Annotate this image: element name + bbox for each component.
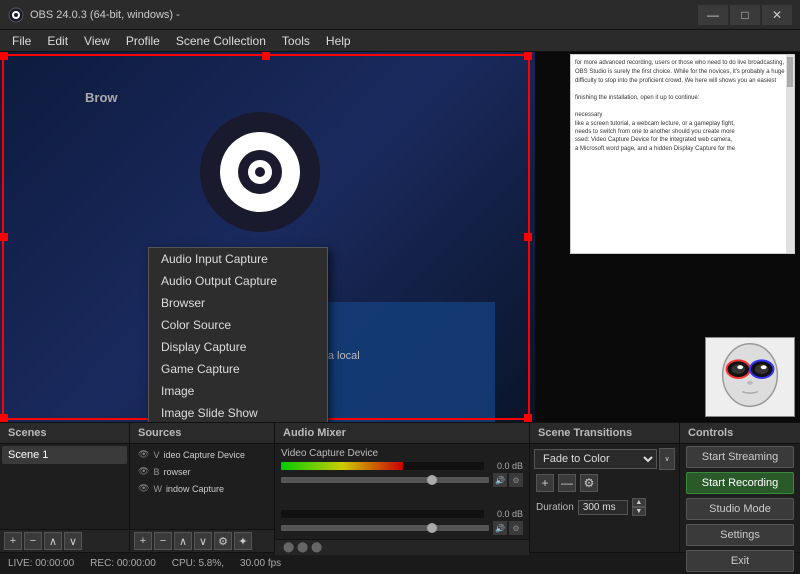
audio-level-bar-2 [281,510,484,518]
add-transition-button[interactable]: + [536,474,554,492]
audio-mute-btn-1[interactable]: 🔊 [493,473,507,487]
obs-logo [200,112,320,232]
duration-label: Duration [536,502,574,513]
move-scene-up-button[interactable]: ∧ [44,532,62,550]
ctx-image-slideshow[interactable]: Image Slide Show [149,402,327,422]
audio-channel-2: 0.0 dB 🔊 ⚙ [275,491,529,539]
start-streaming-button[interactable]: Start Streaming [686,446,794,468]
scenes-list: Scene 1 [0,444,129,529]
transition-gear-button[interactable]: ⚙ [580,474,598,492]
context-menu: Audio Input Capture Audio Output Capture… [148,247,328,422]
audio-channel-2-label [281,495,523,507]
scenes-toolbar: + − ∧ ∨ [0,529,129,552]
sources-toolbar: + − ∧ ∨ ⚙ ✦ [130,529,274,552]
menu-profile[interactable]: Profile [118,30,168,52]
minimize-button[interactable]: — [698,5,728,25]
audio-gear-btn-1[interactable]: ⚙ [509,473,523,487]
audio-slider-2[interactable] [281,525,489,531]
cpu-status: CPU: 5.8%, [172,558,224,569]
audio-level-fill-1 [281,462,403,470]
transition-select[interactable]: Fade to Color Cut Fade [534,449,657,469]
duration-increase-button[interactable]: ▲ [632,498,646,507]
audio-mixer-header: Audio Mixer [275,423,529,444]
move-source-down-button[interactable]: ∨ [194,532,212,550]
menu-help[interactable]: Help [318,30,359,52]
remove-source-button[interactable]: − [154,532,172,550]
preview-area: Brow d a browser source! a webpage from … [0,52,800,422]
audio-level-bar-1 [281,462,484,470]
menubar: File Edit View Profile Scene Collection … [0,30,800,52]
audio-db-1: 0.0 dB [488,461,523,471]
move-scene-down-button[interactable]: ∨ [64,532,82,550]
source-item-video-capture[interactable]: 👁 V ideo Capture Device [132,446,272,463]
obs-app-icon [8,7,24,23]
ctx-game-capture[interactable]: Game Capture [149,358,327,380]
ctx-image[interactable]: Image [149,380,327,402]
alien-thumbnail [705,337,795,417]
audio-channel-1: Video Capture Device 0.0 dB 🔊 ⚙ [275,444,529,491]
audio-slider-1[interactable] [281,477,489,483]
add-source-button[interactable]: + [134,532,152,550]
duration-input[interactable] [578,500,628,515]
source-eye-icon-2: 👁 [138,466,149,477]
source-eye-icon-3: 👁 [138,483,149,494]
source-eye-icon: 👁 [138,449,149,460]
menu-scene-collection[interactable]: Scene Collection [168,30,274,52]
source-item-window-capture[interactable]: 👁 W indow Capture [132,480,272,497]
fps-status: 30.00 fps [240,558,281,569]
audio-gear-btn-2[interactable]: ⚙ [509,521,523,535]
settings-button[interactable]: Settings [686,524,794,546]
maximize-button[interactable]: □ [730,5,760,25]
remove-transition-button[interactable]: — [558,474,576,492]
ctx-color-source[interactable]: Color Source [149,314,327,336]
studio-mode-button[interactable]: Studio Mode [686,498,794,520]
audio-toolbar-label: ⬤ ⬤ ⬤ [279,542,326,553]
app-title: OBS 24.0.3 (64-bit, windows) - [30,9,698,21]
move-source-up-button[interactable]: ∧ [174,532,192,550]
menu-tools[interactable]: Tools [274,30,318,52]
transitions-panel: Scene Transitions Fade to Color Cut Fade… [530,423,680,552]
remove-scene-button[interactable]: − [24,532,42,550]
audio-toolbar: ⬤ ⬤ ⬤ [275,539,529,555]
exit-button[interactable]: Exit [686,550,794,572]
menu-edit[interactable]: Edit [39,30,76,52]
live-status: LIVE: 00:00:00 [8,558,74,569]
menu-file[interactable]: File [4,30,39,52]
ctx-browser[interactable]: Browser [149,292,327,314]
ctx-audio-input[interactable]: Audio Input Capture [149,248,327,270]
scenes-panel: Scenes Scene 1 + − ∧ ∨ [0,423,130,552]
sources-list: 👁 V ideo Capture Device 👁 B rowser 👁 W i… [130,444,274,529]
bottom-section: Scenes Scene 1 + − ∧ ∨ Sources 👁 V ideo … [0,422,800,552]
brow-label: Brow [85,90,118,105]
source-filter-button[interactable]: ✦ [234,532,252,550]
ctx-display-capture[interactable]: Display Capture [149,336,327,358]
scenes-header: Scenes [0,423,129,444]
controls-panel: Controls Start Streaming Start Recording… [680,423,800,552]
sources-header: Sources [130,423,274,444]
audio-db-2: 0.0 dB [488,509,523,519]
start-recording-button[interactable]: Start Recording [686,472,794,494]
audio-channel-1-label: Video Capture Device [281,448,523,459]
transition-expand-btn[interactable]: ∨ [659,448,675,470]
transitions-header: Scene Transitions [530,423,679,444]
add-scene-button[interactable]: + [4,532,22,550]
scene-item-1[interactable]: Scene 1 [2,446,127,464]
document-preview: for more advanced recording, users or th… [570,54,795,254]
audio-mixer-panel: Audio Mixer Video Capture Device 0.0 dB … [275,423,530,552]
source-settings-button[interactable]: ⚙ [214,532,232,550]
menu-view[interactable]: View [76,30,118,52]
titlebar: OBS 24.0.3 (64-bit, windows) - — □ ✕ [0,0,800,30]
controls-header: Controls [680,423,800,444]
duration-decrease-button[interactable]: ▼ [632,507,646,516]
close-button[interactable]: ✕ [762,5,792,25]
audio-mute-btn-2[interactable]: 🔊 [493,521,507,535]
rec-status: REC: 00:00:00 [90,558,156,569]
ctx-audio-output[interactable]: Audio Output Capture [149,270,327,292]
sources-panel: Sources 👁 V ideo Capture Device 👁 B rows… [130,423,275,552]
statusbar: LIVE: 00:00:00 REC: 00:00:00 CPU: 5.8%, … [0,552,800,574]
source-item-browser[interactable]: 👁 B rowser [132,463,272,480]
